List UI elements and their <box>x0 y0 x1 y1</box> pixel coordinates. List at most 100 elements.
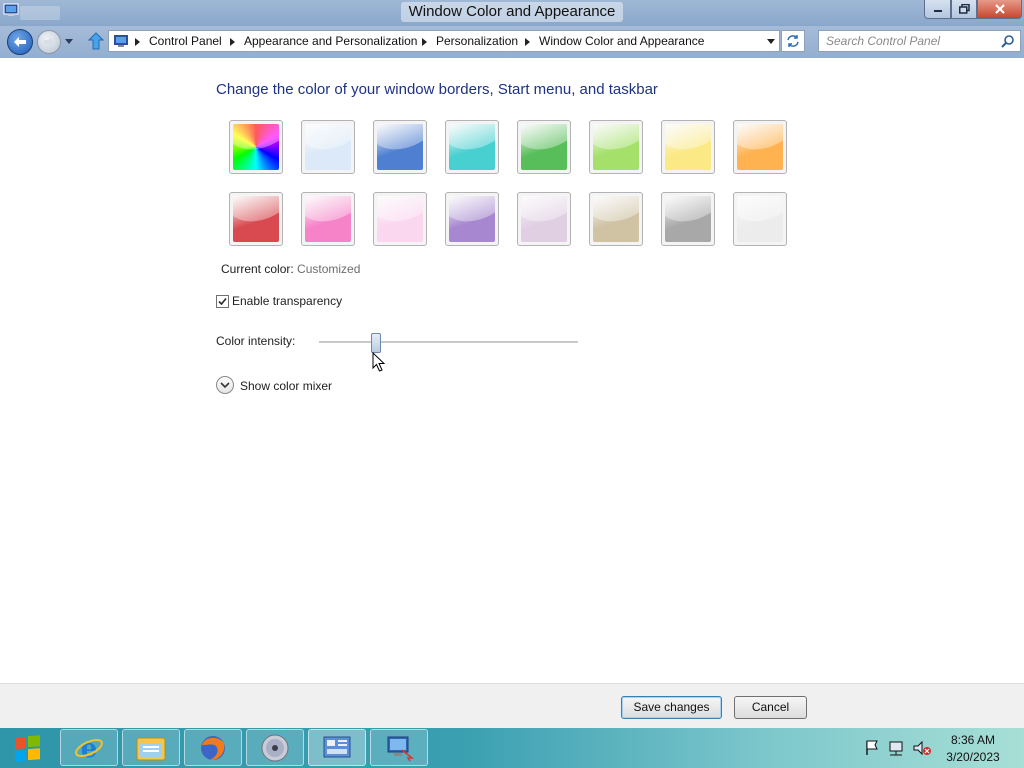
minimize-button[interactable] <box>924 0 951 19</box>
breadcrumb-separator-icon[interactable] <box>422 38 427 46</box>
dialog-footer: Save changes Cancel <box>0 683 1024 728</box>
color-swatch-fill <box>377 124 423 170</box>
mouse-pointer-icon <box>372 352 386 372</box>
restore-button[interactable] <box>951 0 977 19</box>
color-swatch-fill <box>521 124 567 170</box>
start-button-windows-logo-icon[interactable] <box>6 732 50 766</box>
breadcrumb-separator-icon[interactable] <box>230 38 235 46</box>
color-swatch-fill <box>305 196 351 242</box>
color-swatch-frost[interactable] <box>733 192 787 246</box>
action-center-flag-icon <box>866 740 878 755</box>
close-icon <box>994 4 1005 14</box>
internet-explorer-icon: e <box>75 734 103 763</box>
color-swatch-fill <box>737 196 783 242</box>
color-swatch-fill <box>449 124 495 170</box>
up-arrow-icon[interactable] <box>88 32 104 50</box>
refresh-icon <box>787 35 799 47</box>
color-swatch-leaf[interactable] <box>517 120 571 174</box>
restore-icon <box>958 4 970 14</box>
control-panel-icon <box>114 35 128 47</box>
color-swatch-lemon[interactable] <box>661 120 715 174</box>
breadcrumb-appearance-personalization[interactable]: Appearance and Personalization <box>244 34 417 48</box>
color-swatch-fill <box>377 196 423 242</box>
arrow-right-icon <box>44 37 54 47</box>
color-swatch-sea[interactable] <box>445 120 499 174</box>
color-swatch-sky[interactable] <box>301 120 355 174</box>
title-bar: Window Color and Appearance <box>0 0 1024 26</box>
cancel-button[interactable]: Cancel <box>734 696 807 719</box>
color-swatch-fill <box>521 196 567 242</box>
color-swatch-fill <box>737 124 783 170</box>
checkmark-icon <box>218 297 227 306</box>
color-swatch-violet[interactable] <box>445 192 499 246</box>
taskbar-file-explorer[interactable] <box>122 729 180 766</box>
enable-transparency-label[interactable]: Enable transparency <box>232 294 342 308</box>
color-swatch-fill <box>449 196 495 242</box>
close-button[interactable] <box>977 0 1022 19</box>
taskbar-media-disc[interactable] <box>246 729 304 766</box>
current-color-value: Customized <box>297 262 361 276</box>
color-swatch-lime[interactable] <box>589 120 643 174</box>
refresh-button[interactable] <box>781 30 805 52</box>
current-color-label: Current color: <box>221 262 294 276</box>
taskbar: e 8:36 AM 3/20/2023 <box>0 728 1024 768</box>
color-swatch-blush[interactable] <box>373 192 427 246</box>
breadcrumb-personalization[interactable]: Personalization <box>436 34 518 48</box>
color-swatch-rainbow[interactable] <box>229 120 283 174</box>
current-color-text: Current color: Customized <box>221 262 360 276</box>
search-input[interactable]: Search Control Panel <box>818 30 1021 52</box>
color-swatch-ruby[interactable] <box>229 192 283 246</box>
taskbar-firefox[interactable] <box>184 729 242 766</box>
breadcrumb-separator-icon[interactable] <box>525 38 530 46</box>
forward-button[interactable] <box>37 30 61 54</box>
back-button[interactable] <box>7 29 33 55</box>
color-swatch-fill <box>233 196 279 242</box>
color-swatch-chocolate[interactable] <box>661 192 715 246</box>
window-title: Window Color and Appearance <box>400 2 624 22</box>
color-intensity-label: Color intensity: <box>216 334 296 348</box>
color-swatch-pumpkin[interactable] <box>733 120 787 174</box>
folder-icon <box>136 737 166 760</box>
color-swatch-fill <box>305 124 351 170</box>
taskbar-remote-desktop[interactable] <box>370 729 428 766</box>
address-bar[interactable]: Control Panel Appearance and Personaliza… <box>108 30 780 52</box>
clock-date[interactable]: 3/20/2023 <box>943 750 1003 764</box>
color-swatch-fill <box>233 124 279 170</box>
color-swatch-fuchsia[interactable] <box>301 192 355 246</box>
navigation-bar: Control Panel Appearance and Personaliza… <box>0 26 1024 58</box>
page-heading: Change the color of your window borders,… <box>216 81 658 98</box>
breadcrumb-window-color[interactable]: Window Color and Appearance <box>539 34 704 48</box>
color-swatch-fill <box>665 196 711 242</box>
control-panel-icon <box>323 736 351 757</box>
color-swatch-taupe[interactable] <box>589 192 643 246</box>
color-swatch-fill <box>593 196 639 242</box>
color-swatch-fill <box>665 124 711 170</box>
save-changes-button[interactable]: Save changes <box>621 696 722 719</box>
minimize-icon <box>933 10 942 12</box>
enable-transparency-checkbox[interactable] <box>216 295 229 308</box>
search-placeholder: Search Control Panel <box>826 34 941 48</box>
volume-muted-icon <box>913 740 931 756</box>
search-icon[interactable] <box>1001 34 1015 48</box>
firefox-icon <box>201 735 225 760</box>
show-color-mixer-label[interactable]: Show color mixer <box>240 379 332 393</box>
breadcrumb-control-panel[interactable]: Control Panel <box>149 34 222 48</box>
color-intensity-slider-thumb[interactable] <box>371 333 381 353</box>
color-swatch-twilight[interactable] <box>373 120 427 174</box>
breadcrumb-separator-icon[interactable] <box>135 38 140 46</box>
notification-area-icons[interactable] <box>864 739 936 757</box>
color-swatch-fill <box>593 124 639 170</box>
chevron-down-icon <box>220 382 230 389</box>
color-intensity-slider-track[interactable] <box>319 341 578 344</box>
recent-pages-chevron-down-icon[interactable] <box>63 35 75 47</box>
svg-text:e: e <box>81 734 98 763</box>
address-dropdown-icon[interactable] <box>767 39 775 44</box>
arrow-left-icon <box>14 37 26 47</box>
taskbar-internet-explorer[interactable]: e <box>60 729 118 766</box>
remote-desktop-icon <box>387 736 414 761</box>
show-color-mixer-toggle[interactable] <box>216 376 234 394</box>
disc-icon <box>261 734 289 761</box>
clock-time[interactable]: 8:36 AM <box>943 733 1003 747</box>
color-swatch-lavender[interactable] <box>517 192 571 246</box>
taskbar-control-panel[interactable] <box>308 729 366 766</box>
